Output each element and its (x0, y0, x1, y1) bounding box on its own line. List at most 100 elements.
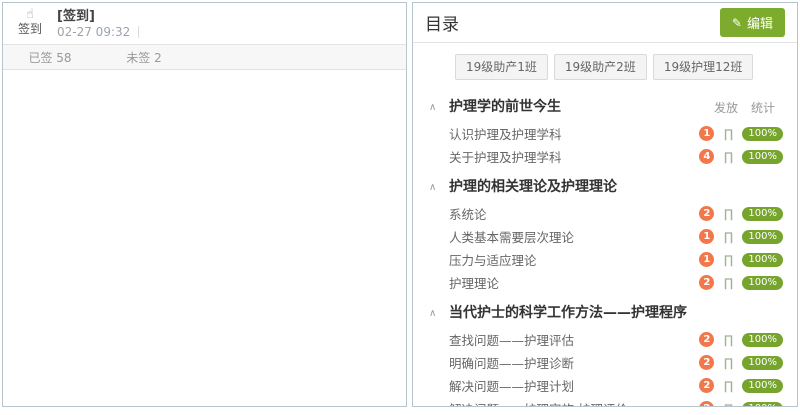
section-header: ∧ 护理的相关理论及护理理论 发放 统计 (427, 178, 783, 196)
section-header: ∧ 护理学的前世今生 发放 统计 (427, 98, 783, 116)
stats-column-header: 统计 (751, 99, 775, 116)
completion-percent-badge: 100% (742, 356, 783, 370)
class-tabs: 19级助产1班 19级助产2班 19级护理12班 (413, 43, 797, 88)
lesson-item[interactable]: 明确问题——护理诊断 2 ∏ 100% (427, 351, 783, 374)
lesson-status-cluster: 4 ∏ 100% (699, 149, 783, 164)
lesson-title: 解决问题——护理实施 护理评价 (449, 399, 628, 407)
section-title: 护理学的前世今生 (449, 98, 561, 116)
class-tab[interactable]: 19级助产1班 (455, 54, 548, 80)
lesson-item[interactable]: 查找问题——护理评估 2 ∏ 100% (427, 328, 783, 351)
section-items: 系统论 2 ∏ 100% 人类基本需要层次理论 1 ∏ 100% 压力与适应理论… (427, 202, 783, 294)
collapse-caret-icon[interactable]: ∧ (427, 308, 449, 319)
toc-section: ∧ 护理学的前世今生 发放 统计 认识护理及护理学科 1 ∏ 100% 关于护理… (427, 98, 783, 168)
toc-section: ∧ 当代护士的科学工作方法——护理程序 发放 统计 查找问题——护理评估 2 ∏… (427, 304, 783, 407)
toc-section: ∧ 护理的相关理论及护理理论 发放 统计 系统论 2 ∏ 100% 人类基本需要… (427, 178, 783, 294)
lesson-title: 查找问题——护理评估 (449, 330, 574, 349)
class-tab[interactable]: 19级助产2班 (554, 54, 647, 80)
lesson-status-cluster: 2 ∏ 100% (699, 355, 783, 370)
sign-in-panel: ☝ 签到 [签到] 02-27 09:32 已签 58 未签 2 (2, 2, 407, 407)
sign-in-icon-label: 签到 (13, 22, 47, 36)
sign-in-title: [签到] (57, 9, 139, 24)
toc-title: 目录 (425, 10, 459, 35)
lesson-status-cluster: 1 ∏ 100% (699, 252, 783, 267)
distribute-count-badge: 4 (699, 149, 714, 164)
lesson-item[interactable]: 解决问题——护理实施 护理评价 2 ∏ 100% (427, 397, 783, 407)
sign-in-hand-icon: ☝ (13, 8, 47, 22)
lesson-status-cluster: 2 ∏ 100% (699, 401, 783, 407)
stats-chart-icon: ∏ (721, 127, 735, 141)
stats-chart-icon: ∏ (721, 207, 735, 221)
lesson-status-cluster: 2 ∏ 100% (699, 378, 783, 393)
edit-button[interactable]: ✎ 编辑 (720, 8, 785, 37)
lesson-title: 关于护理及护理学科 (449, 147, 562, 166)
completion-percent-badge: 100% (742, 402, 783, 408)
lesson-item[interactable]: 解决问题——护理计划 2 ∏ 100% (427, 374, 783, 397)
class-tab[interactable]: 19级护理12班 (653, 54, 754, 80)
distribute-count-badge: 2 (699, 332, 714, 347)
collapse-caret-icon[interactable]: ∧ (427, 182, 449, 193)
toc-sections: ∧ 护理学的前世今生 发放 统计 认识护理及护理学科 1 ∏ 100% 关于护理… (413, 98, 797, 407)
completion-percent-badge: 100% (742, 230, 783, 244)
distribute-count-badge: 1 (699, 229, 714, 244)
lesson-title: 认识护理及护理学科 (449, 124, 562, 143)
stats-chart-icon: ∏ (721, 333, 735, 347)
column-headers: 发放 统计 (714, 99, 783, 116)
class-tab-label: 19级护理12班 (664, 60, 743, 74)
distribute-count-badge: 2 (699, 401, 714, 407)
lesson-status-cluster: 1 ∏ 100% (699, 229, 783, 244)
stats-chart-icon: ∏ (721, 253, 735, 267)
distribute-count-badge: 2 (699, 378, 714, 393)
distribute-count-badge: 1 (699, 126, 714, 141)
lesson-title: 人类基本需要层次理论 (449, 227, 574, 246)
sign-in-tabs: 已签 58 未签 2 (3, 45, 406, 70)
lesson-item[interactable]: 压力与适应理论 1 ∏ 100% (427, 248, 783, 271)
sign-in-tab[interactable]: 已签 58 (3, 45, 97, 69)
sign-in-header: ☝ 签到 [签到] 02-27 09:32 (3, 3, 406, 45)
section-title: 护理的相关理论及护理理论 (449, 178, 617, 196)
page: ☝ 签到 [签到] 02-27 09:32 已签 58 未签 2 目录 ✎ 编辑 (0, 0, 800, 415)
collapse-caret-icon[interactable]: ∧ (427, 102, 449, 113)
stats-chart-icon: ∏ (721, 276, 735, 290)
lesson-status-cluster: 2 ∏ 100% (699, 275, 783, 290)
lesson-title: 解决问题——护理计划 (449, 376, 574, 395)
lesson-status-cluster: 2 ∏ 100% (699, 332, 783, 347)
pencil-icon: ✎ (732, 17, 742, 29)
header-divider (138, 26, 139, 38)
sign-in-tab[interactable]: 未签 2 (97, 45, 191, 69)
stats-chart-icon: ∏ (721, 150, 735, 164)
distribute-count-badge: 2 (699, 355, 714, 370)
lesson-status-cluster: 2 ∏ 100% (699, 206, 783, 221)
lesson-item[interactable]: 护理理论 2 ∏ 100% (427, 271, 783, 294)
sign-in-icon-block: ☝ 签到 (13, 8, 47, 36)
lesson-title: 系统论 (449, 204, 487, 223)
lesson-item[interactable]: 人类基本需要层次理论 1 ∏ 100% (427, 225, 783, 248)
completion-percent-badge: 100% (742, 333, 783, 347)
distribute-count-badge: 2 (699, 275, 714, 290)
section-title: 当代护士的科学工作方法——护理程序 (449, 304, 687, 322)
lesson-title: 压力与适应理论 (449, 250, 537, 269)
lesson-item[interactable]: 系统论 2 ∏ 100% (427, 202, 783, 225)
completion-percent-badge: 100% (742, 379, 783, 393)
distribute-count-badge: 2 (699, 206, 714, 221)
toc-header: 目录 ✎ 编辑 (413, 3, 797, 43)
section-header: ∧ 当代护士的科学工作方法——护理程序 发放 统计 (427, 304, 783, 322)
edit-button-label: 编辑 (747, 13, 773, 32)
section-items: 认识护理及护理学科 1 ∏ 100% 关于护理及护理学科 4 ∏ 100% (427, 122, 783, 168)
lesson-status-cluster: 1 ∏ 100% (699, 126, 783, 141)
sign-in-title-block: [签到] 02-27 09:32 (57, 8, 139, 40)
lesson-title: 明确问题——护理诊断 (449, 353, 574, 372)
class-tab-label: 19级助产1班 (466, 60, 537, 74)
tab-label: 未签 (126, 51, 150, 65)
stats-chart-icon: ∏ (721, 379, 735, 393)
completion-percent-badge: 100% (742, 127, 783, 141)
stats-chart-icon: ∏ (721, 402, 735, 408)
lesson-item[interactable]: 关于护理及护理学科 4 ∏ 100% (427, 145, 783, 168)
completion-percent-badge: 100% (742, 253, 783, 267)
completion-percent-badge: 100% (742, 276, 783, 290)
toc-panel: 目录 ✎ 编辑 19级助产1班 19级助产2班 19级护理12班 ∧ 护理学的前… (412, 2, 798, 407)
completion-percent-badge: 100% (742, 207, 783, 221)
section-items: 查找问题——护理评估 2 ∏ 100% 明确问题——护理诊断 2 ∏ 100% … (427, 328, 783, 407)
completion-percent-badge: 100% (742, 150, 783, 164)
lesson-item[interactable]: 认识护理及护理学科 1 ∏ 100% (427, 122, 783, 145)
tab-count: 58 (56, 51, 71, 65)
